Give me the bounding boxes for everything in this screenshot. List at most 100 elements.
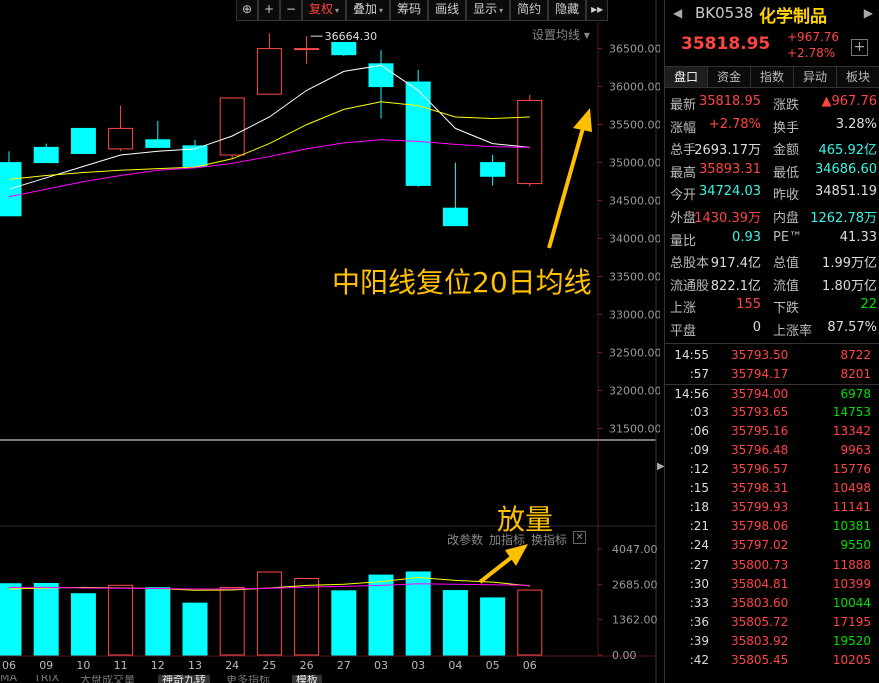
candle[interactable]: [108, 105, 134, 152]
stat-label: PE™: [773, 229, 803, 245]
volume-bar[interactable]: [368, 574, 394, 656]
candle[interactable]: [145, 120, 171, 148]
candle[interactable]: [219, 97, 245, 159]
next-icon[interactable]: ▶: [864, 6, 873, 20]
switch-indicator-button[interactable]: 换指标: [531, 531, 567, 548]
simple-button[interactable]: 简约: [510, 0, 549, 21]
last-price: 35818.95: [681, 34, 771, 54]
volume-bar[interactable]: [70, 593, 96, 656]
tab-index[interactable]: 指数: [751, 67, 794, 87]
close-icon[interactable]: ✕: [573, 531, 587, 544]
add-indicator-button[interactable]: 加指标: [489, 531, 525, 548]
volume-bar[interactable]: [517, 589, 543, 656]
x-tick-label: 03: [411, 659, 425, 672]
volume-bar[interactable]: [480, 597, 506, 656]
x-tick-label: 12: [151, 659, 165, 672]
price-change-pct: +2.78%: [787, 46, 836, 60]
toolbar-label: ⊕: [241, 2, 253, 16]
tab-template[interactable]: 模板: [292, 675, 322, 683]
volume-bar[interactable]: [0, 583, 22, 656]
volume-bar[interactable]: [219, 586, 245, 656]
y-tick-label: 36500.00: [609, 43, 660, 56]
tick-time: 14:55: [674, 347, 709, 362]
tick-price: 35794.17: [731, 366, 789, 381]
stat-label: 最新: [670, 98, 697, 113]
stat-label: 外盘: [670, 210, 697, 226]
stat-value: 822.1亿: [710, 278, 761, 294]
chart-area[interactable]: 36500.00 36000.00 35500.00 35000.00 34500.00…: [0, 0, 660, 683]
more-icon[interactable]: ▸▸: [586, 0, 609, 21]
candle[interactable]: [294, 36, 320, 64]
candle-body: [70, 127, 96, 154]
tick-row: :24 35797.02 9550: [665, 536, 879, 555]
tab-trix[interactable]: TRIX: [34, 675, 59, 683]
tick-price: 35793.50: [731, 347, 789, 362]
tab-ma[interactable]: MA: [0, 675, 17, 683]
edit-params-button[interactable]: 改参数: [447, 531, 483, 548]
zoom-out-icon[interactable]: −: [280, 0, 302, 21]
volume-bar[interactable]: [182, 602, 208, 656]
volume-bar[interactable]: [442, 590, 468, 656]
collapse-panel-icon[interactable]: ▶: [657, 455, 665, 479]
overlay-button[interactable]: 叠加 ▾: [346, 0, 391, 21]
hide-button[interactable]: 隐藏: [548, 0, 587, 21]
y-tick-label: 2685.00: [612, 579, 658, 592]
tab-more-indicators[interactable]: 更多指标: [226, 675, 270, 683]
candle[interactable]: [442, 162, 468, 227]
tab-order-book[interactable]: 盘口: [665, 67, 708, 87]
chart-toolbar: ⊕ + − 复权 ▾ 叠加 ▾ 筹码 画线 显示 ▾ 简约 隐藏 ▸▸: [236, 0, 609, 21]
tick-price: 35800.73: [731, 557, 789, 572]
candle[interactable]: [0, 151, 22, 217]
tick-volume: 9550: [840, 538, 871, 553]
chips-button[interactable]: 筹码: [390, 0, 429, 21]
tick-row: :39 35803.92 19520: [665, 632, 879, 651]
tab-magic-nine[interactable]: 神奇九转: [158, 675, 210, 683]
stat-label: 量比: [670, 233, 697, 249]
candle[interactable]: [182, 139, 208, 167]
tick-volume: 13342: [832, 423, 871, 438]
lock-icon[interactable]: ⊕: [236, 0, 258, 21]
x-tick-label: 05: [486, 659, 500, 672]
y-tick-label: 0.00: [612, 649, 637, 662]
tick-row: :18 35799.93 11141: [665, 498, 879, 517]
tick-volume: 10498: [832, 481, 871, 496]
x-tick-label: 06: [2, 659, 16, 672]
candle[interactable]: [33, 143, 59, 164]
kline-chart[interactable]: 36500.00 36000.00 35500.00 35000.00 34500.00…: [0, 0, 660, 683]
candle[interactable]: [480, 155, 506, 186]
candle[interactable]: [405, 69, 431, 187]
toolbar-label: +: [263, 2, 275, 16]
volume-bar[interactable]: [331, 590, 357, 656]
stat-value: 465.92亿: [818, 143, 878, 159]
candle[interactable]: [368, 50, 394, 119]
candle[interactable]: [331, 42, 357, 57]
tick-volume: 11888: [832, 557, 871, 572]
candle[interactable]: [517, 94, 543, 187]
tab-market-volume[interactable]: 大盘成交量: [80, 675, 135, 683]
volume-bar[interactable]: [294, 578, 320, 656]
add-watchlist-button[interactable]: +: [851, 39, 868, 56]
tab-anomaly[interactable]: 异动: [794, 67, 837, 87]
tick-price: 35797.02: [731, 538, 789, 553]
ma-settings-button[interactable]: 设置均线 ▾: [532, 26, 590, 43]
volume-bar[interactable]: [33, 582, 59, 656]
volume-bar[interactable]: [256, 571, 282, 656]
tick-row: :03 35793.65 14753: [665, 403, 879, 422]
adjust-button[interactable]: 复权 ▾: [302, 0, 347, 21]
tab-funds[interactable]: 资金: [708, 67, 751, 87]
display-button[interactable]: 显示 ▾: [466, 0, 511, 21]
candle[interactable]: [70, 127, 96, 154]
tab-sector[interactable]: 板块: [837, 67, 879, 87]
candle[interactable]: [256, 33, 282, 95]
stat-row: 最高 35893.31 最低 34686.60: [665, 159, 879, 182]
candle-body: [145, 139, 171, 148]
candle-body: [480, 162, 506, 177]
tick-price: 35803.92: [731, 633, 789, 648]
volume-bar[interactable]: [108, 584, 134, 656]
draw-button[interactable]: 画线: [428, 0, 467, 21]
zoom-in-icon[interactable]: +: [258, 0, 280, 21]
volume-bar[interactable]: [145, 587, 171, 656]
tick-list[interactable]: 14:55 35793.50 8722:57 35794.17 8201 14:56 357…: [665, 345, 879, 671]
toolbar-label: 画线: [435, 2, 460, 16]
prev-icon[interactable]: ◀: [673, 6, 682, 20]
